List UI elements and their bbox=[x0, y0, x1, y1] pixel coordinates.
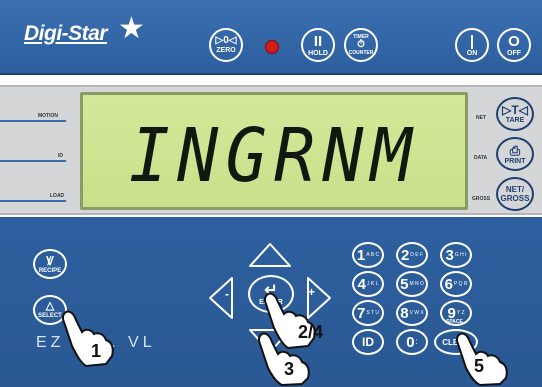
arrow-up-icon[interactable] bbox=[249, 243, 291, 267]
key-id-label: ID bbox=[362, 335, 374, 349]
key-0-label: 0 bbox=[406, 333, 415, 351]
key-2-sub: D E F bbox=[410, 251, 424, 258]
recipe-icon: Ꝟ bbox=[46, 253, 54, 268]
recipe-button[interactable]: Ꝟ RECIPE bbox=[33, 249, 67, 279]
key-4[interactable]: 4 J K L bbox=[352, 271, 384, 297]
minus-sign: - bbox=[225, 287, 229, 301]
key-1-label: 1 bbox=[356, 246, 366, 264]
key-2-label: 2 bbox=[400, 246, 410, 264]
space-label: SPACE bbox=[446, 319, 463, 325]
key-3-sub: G H I bbox=[454, 251, 467, 258]
key-7[interactable]: 7 S T U bbox=[352, 300, 384, 326]
data-label: DATA bbox=[474, 155, 488, 161]
zero-icon: ▷0◁ bbox=[215, 35, 237, 46]
key-6-sub: P Q R bbox=[453, 280, 468, 287]
zero-label: ZERO bbox=[216, 47, 236, 54]
counter-label: COUNTER bbox=[348, 50, 374, 56]
print-label: PRINT bbox=[504, 157, 526, 165]
hold-button[interactable]: II HOLD bbox=[301, 28, 335, 62]
key-1[interactable]: 1 A B C bbox=[352, 242, 384, 268]
key-3-label: 3 bbox=[445, 246, 454, 264]
star-icon: ★ bbox=[118, 12, 145, 45]
callout-5: 5 bbox=[474, 356, 485, 376]
power-on-icon: | bbox=[469, 32, 475, 50]
top-panel: Digi-Star ★ ▷0◁ ZERO II HOLD TIMER ⏱ COU… bbox=[0, 0, 542, 75]
net-gross-button[interactable]: NET/ GROSS bbox=[496, 177, 534, 211]
key-0[interactable]: 0 : bbox=[396, 329, 428, 355]
net-label: NET bbox=[476, 115, 486, 121]
scale-indicator: Digi-Star ★ ▷0◁ ZERO II HOLD TIMER ⏱ COU… bbox=[0, 0, 542, 387]
key-1-sub: A B C bbox=[366, 251, 380, 258]
recipe-label: RECIPE bbox=[38, 267, 62, 274]
brand-logo: Digi-Star bbox=[24, 22, 108, 45]
print-button[interactable]: ⎙ PRINT bbox=[496, 137, 534, 171]
motion-label: MOTION bbox=[38, 113, 58, 119]
status-led bbox=[265, 40, 279, 54]
key-7-sub: S T U bbox=[366, 309, 379, 316]
key-6[interactable]: 6 P Q R bbox=[440, 271, 472, 297]
select-label: SELECT bbox=[38, 313, 62, 319]
timer-icon: ⏱ bbox=[357, 39, 365, 50]
key-7-label: 7 bbox=[357, 304, 366, 322]
key-3[interactable]: 3 G H I bbox=[440, 242, 472, 268]
key-8-label: 8 bbox=[400, 304, 409, 322]
timer-counter-button[interactable]: TIMER ⏱ COUNTER bbox=[344, 28, 378, 62]
pointing-hand-icon bbox=[455, 332, 508, 386]
key-5-label: 5 bbox=[400, 275, 409, 293]
power-off-icon: O bbox=[508, 32, 520, 50]
gross-text: GROSS bbox=[500, 194, 530, 203]
net-text: NET/ bbox=[505, 185, 525, 194]
key-0-sub: : bbox=[415, 337, 418, 346]
zero-button[interactable]: ▷0◁ ZERO bbox=[209, 28, 243, 62]
key-5-sub: M N O bbox=[409, 280, 424, 287]
on-label: ON bbox=[466, 49, 478, 57]
lcd-display: INGRNM bbox=[80, 92, 468, 210]
triangle-up-icon: △ bbox=[45, 300, 55, 312]
tare-icon: ▷T◁ bbox=[502, 103, 528, 117]
gross-label: GROSS bbox=[472, 196, 491, 202]
key-6-label: 6 bbox=[444, 275, 453, 293]
key-8-sub: V W X bbox=[409, 309, 424, 316]
off-button[interactable]: O OFF bbox=[497, 28, 531, 62]
tare-label: TARE bbox=[505, 117, 525, 124]
id-label: ID bbox=[58, 153, 63, 159]
load-label: LOAD bbox=[50, 193, 65, 199]
callout-3: 3 bbox=[284, 359, 295, 379]
key-id[interactable]: ID bbox=[352, 329, 384, 355]
load-line bbox=[0, 200, 66, 202]
tare-button[interactable]: ▷T◁ TARE bbox=[496, 97, 534, 131]
off-label: OFF bbox=[507, 49, 521, 57]
printer-icon: ⎙ bbox=[509, 142, 521, 158]
hold-label: HOLD bbox=[308, 49, 328, 57]
id-line bbox=[0, 160, 66, 162]
callout-1: 1 bbox=[91, 341, 102, 361]
key-2[interactable]: 2 D E F bbox=[396, 242, 428, 268]
key-5[interactable]: 5 M N O bbox=[396, 271, 428, 297]
on-button[interactable]: | ON bbox=[455, 28, 489, 62]
key-4-label: 4 bbox=[357, 275, 366, 293]
key-4-sub: J K L bbox=[366, 280, 379, 287]
key-8[interactable]: 8 V W X bbox=[396, 300, 428, 326]
motion-line bbox=[0, 120, 66, 122]
pause-icon: II bbox=[313, 32, 323, 50]
key-9-sub: Y Z bbox=[456, 309, 465, 316]
lcd-readout: INGRNM bbox=[128, 113, 420, 199]
